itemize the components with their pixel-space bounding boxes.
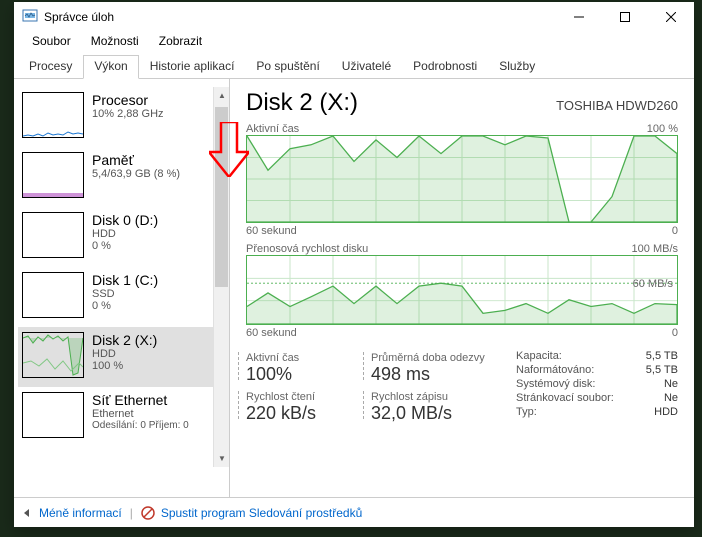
- chart1-max: 100 %: [647, 123, 678, 135]
- thumb-memory: [22, 152, 84, 198]
- chart1-xright: 0: [672, 225, 678, 237]
- metric-response-value: 498 ms: [371, 364, 496, 385]
- app-icon: [22, 9, 38, 25]
- thumb-disk1: [22, 272, 84, 318]
- menu-options[interactable]: Možnosti: [81, 32, 149, 54]
- tabstrip: Procesy Výkon Historie aplikací Po spušt…: [14, 54, 694, 79]
- chart2-max: 100 MB/s: [632, 243, 678, 255]
- metrics: Aktivní čas 100% Průměrná doba odezvy 49…: [246, 349, 678, 427]
- sidebar-item-disk0[interactable]: Disk 0 (D:) HDD 0 %: [18, 207, 229, 267]
- sidebar-item-label: Disk 2 (X:): [92, 332, 157, 348]
- chart2-xright: 0: [672, 327, 678, 339]
- tab-app-history[interactable]: Historie aplikací: [139, 55, 246, 79]
- content: Procesor 10% 2,88 GHz Paměť 5,4/63,9 GB …: [14, 79, 694, 497]
- tab-services[interactable]: Služby: [488, 55, 546, 79]
- metric-active-value: 100%: [246, 364, 371, 385]
- chart2-annot: 60 MB/s: [633, 278, 673, 290]
- chart-active-time: [246, 135, 678, 223]
- scroll-up-icon[interactable]: ▲: [218, 91, 226, 100]
- chart1-label: Aktivní čas: [246, 123, 299, 135]
- menubar: Soubor Možnosti Zobrazit: [14, 32, 694, 54]
- tab-startup[interactable]: Po spuštění: [245, 55, 330, 79]
- sidebar-item-label: Síť Ethernet: [92, 392, 189, 408]
- disk-info: Kapacita:5,5 TB Naformátováno:5,5 TB Sys…: [496, 349, 678, 427]
- scroll-down-icon[interactable]: ▼: [218, 454, 226, 463]
- chart-transfer-rate: 60 MB/s: [246, 255, 678, 325]
- tab-details[interactable]: Podrobnosti: [402, 55, 488, 79]
- perf-sidebar: Procesor 10% 2,88 GHz Paměť 5,4/63,9 GB …: [14, 79, 230, 497]
- sidebar-item-label: Disk 1 (C:): [92, 272, 158, 288]
- tab-performance[interactable]: Výkon: [83, 55, 138, 79]
- sidebar-item-label: Procesor: [92, 92, 164, 108]
- detail-title: Disk 2 (X:): [246, 89, 358, 117]
- detail-pane: Disk 2 (X:) TOSHIBA HDWD260 Aktivní čas …: [230, 79, 694, 497]
- resmon-link[interactable]: Spustit program Sledování prostředků: [161, 506, 362, 520]
- sidebar-item-disk2[interactable]: Disk 2 (X:) HDD 100 %: [18, 327, 229, 387]
- minimize-button[interactable]: [556, 2, 602, 32]
- thumb-disk2: [22, 332, 84, 378]
- tab-processes[interactable]: Procesy: [18, 55, 83, 79]
- chart2-xleft: 60 sekund: [246, 327, 297, 339]
- sidebar-item-cpu[interactable]: Procesor 10% 2,88 GHz: [18, 87, 229, 147]
- menu-view[interactable]: Zobrazit: [149, 32, 212, 54]
- scroll-thumb[interactable]: [215, 107, 228, 287]
- sidebar-item-disk1[interactable]: Disk 1 (C:) SSD 0 %: [18, 267, 229, 327]
- task-manager-window: Správce úloh Soubor Možnosti Zobrazit Pr…: [14, 2, 694, 527]
- sidebar-scrollbar[interactable]: ▲ ▼: [213, 87, 229, 467]
- titlebar[interactable]: Správce úloh: [14, 2, 694, 32]
- sidebar-item-ethernet[interactable]: Síť Ethernet Ethernet Odesílání: 0 Příje…: [18, 387, 229, 447]
- sidebar-item-memory[interactable]: Paměť 5,4/63,9 GB (8 %): [18, 147, 229, 207]
- window-title: Správce úloh: [44, 10, 556, 24]
- chevron-left-icon[interactable]: [24, 509, 29, 517]
- thumb-disk0: [22, 212, 84, 258]
- sidebar-item-label: Paměť: [92, 152, 180, 168]
- thumb-cpu: [22, 92, 84, 138]
- metric-read-value: 220 kB/s: [246, 403, 371, 424]
- resmon-icon: [141, 506, 155, 520]
- close-button[interactable]: [648, 2, 694, 32]
- metric-write-value: 32,0 MB/s: [371, 403, 496, 424]
- menu-file[interactable]: Soubor: [22, 32, 81, 54]
- sidebar-item-label: Disk 0 (D:): [92, 212, 158, 228]
- less-info-link[interactable]: Méně informací: [39, 506, 122, 520]
- tab-users[interactable]: Uživatelé: [331, 55, 402, 79]
- chart2-label: Přenosová rychlost disku: [246, 243, 368, 255]
- disk-model: TOSHIBA HDWD260: [556, 98, 678, 113]
- chart1-xleft: 60 sekund: [246, 225, 297, 237]
- maximize-button[interactable]: [602, 2, 648, 32]
- thumb-ethernet: [22, 392, 84, 438]
- footer: Méně informací | Spustit program Sledová…: [14, 497, 694, 527]
